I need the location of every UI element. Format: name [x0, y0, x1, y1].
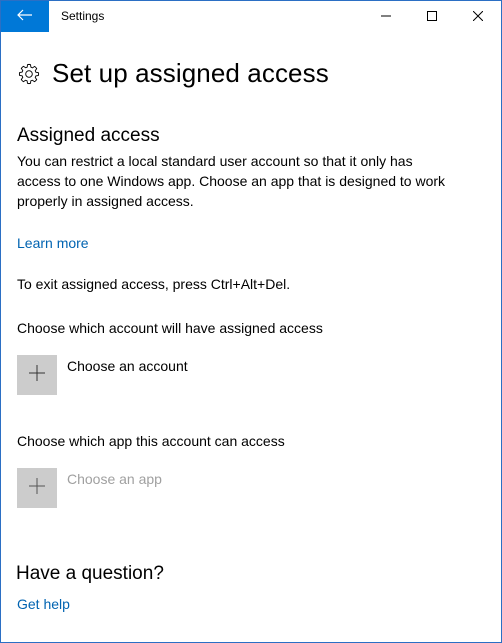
assigned-access-description: You can restrict a local standard user a…	[17, 153, 446, 209]
page-title: Set up assigned access	[52, 58, 329, 88]
get-help-link[interactable]: Get help	[17, 596, 70, 612]
title-bar: Settings	[1, 1, 501, 32]
gear-icon	[17, 62, 41, 86]
account-picker-label: Choose which account will have assigned …	[17, 320, 323, 336]
page-header: Set up assigned access	[17, 58, 329, 89]
plus-tile	[17, 468, 57, 508]
choose-account-label: Choose an account	[67, 358, 188, 374]
plus-icon	[29, 364, 45, 386]
settings-window: Settings Set up assigned access Assigned	[0, 0, 502, 643]
back-arrow-icon	[17, 8, 33, 26]
exit-instructions: To exit assigned access, press Ctrl+Alt+…	[17, 276, 291, 292]
minimize-button[interactable]	[363, 1, 409, 32]
help-section-title: Have a question?	[16, 563, 164, 584]
plus-tile	[17, 355, 57, 395]
app-picker-label: Choose which app this account can access	[17, 433, 285, 449]
choose-app-button[interactable]: Choose an app	[17, 468, 162, 508]
window-title: Settings	[61, 9, 105, 23]
close-icon	[472, 8, 484, 26]
close-button[interactable]	[455, 1, 501, 32]
maximize-icon	[427, 8, 437, 26]
minimize-icon	[381, 8, 391, 26]
learn-more-link[interactable]: Learn more	[17, 235, 89, 251]
maximize-button[interactable]	[409, 1, 455, 32]
choose-app-label: Choose an app	[67, 471, 162, 487]
back-button[interactable]	[1, 1, 49, 32]
choose-account-button[interactable]: Choose an account	[17, 355, 188, 395]
plus-icon	[29, 477, 45, 499]
section-title-assigned-access: Assigned access	[17, 125, 160, 146]
